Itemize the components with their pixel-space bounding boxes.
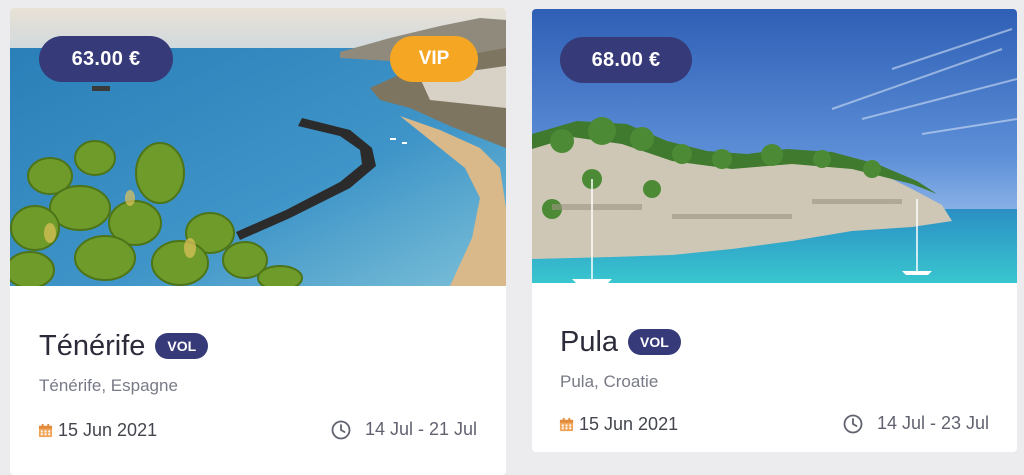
departure-date-text: 15 Jun 2021 — [579, 414, 679, 434]
stay-range-text: 14 Jul - 23 Jul — [876, 413, 989, 433]
card-location: Ténérife, Espagne — [39, 376, 178, 395]
departure-date: 15 Jun 2021 — [38, 420, 157, 441]
card-location: Pula, Croatie — [560, 372, 659, 391]
stay-range: 14 Jul - 21 Jul — [331, 419, 477, 440]
card-photo-tenerife[interactable]: 63.00 € VIP — [10, 8, 506, 286]
card-title-row: Pula VOL — [560, 325, 681, 359]
card-title-row: Ténérife VOL — [39, 329, 209, 363]
departure-date: 15 Jun 2021 — [559, 414, 678, 435]
calendar-icon — [38, 423, 53, 438]
flight-type-badge: VOL — [155, 333, 209, 359]
calendar-icon — [559, 417, 574, 432]
clock-icon — [331, 420, 351, 439]
stay-range-text: 14 Jul - 21 Jul — [364, 419, 477, 439]
card-photo-pula[interactable]: 68.00 € — [532, 9, 1017, 283]
price-badge: 63.00 € — [39, 36, 173, 82]
vip-badge: VIP — [390, 36, 478, 82]
flight-type-badge: VOL — [628, 329, 681, 355]
card-title[interactable]: Ténérife — [39, 329, 145, 363]
offer-card-pula[interactable]: 68.00 € Pula VOL Pula, Croatie 15 Jun 20… — [532, 9, 1017, 452]
clock-icon — [843, 414, 863, 433]
departure-date-text: 15 Jun 2021 — [58, 420, 158, 440]
offer-card-tenerife[interactable]: 63.00 € VIP Ténérife VOL Ténérife, Espag… — [10, 8, 506, 475]
card-title[interactable]: Pula — [560, 325, 618, 359]
stay-range: 14 Jul - 23 Jul — [843, 413, 989, 434]
price-badge: 68.00 € — [560, 37, 692, 83]
